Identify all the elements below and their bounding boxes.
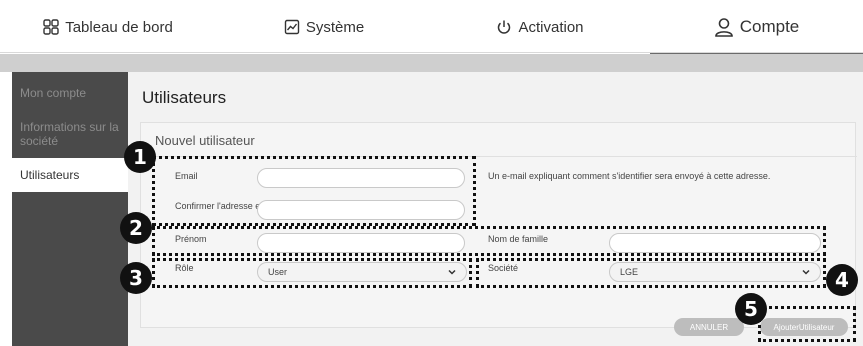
sidebar-item-label: Informations sur la société <box>20 120 119 148</box>
header-band <box>0 54 863 72</box>
tab-activation[interactable]: Activation <box>432 0 648 54</box>
highlight-name-group <box>152 226 826 256</box>
page-title: Utilisateurs <box>142 88 227 107</box>
sidebar-item-label: Mon compte <box>20 86 87 100</box>
tab-label: Tableau de bord <box>65 18 173 36</box>
callout-badge-2: 2 <box>120 212 152 244</box>
power-icon <box>496 19 512 35</box>
tab-label: Activation <box>518 18 584 36</box>
top-tab-bar: Tableau de bord Système Activation Compt… <box>0 0 863 54</box>
sidebar: Mon compte Informations sur la société U… <box>12 72 128 346</box>
sidebar-item-label: Utilisateurs <box>20 168 80 182</box>
tab-divider <box>0 52 863 53</box>
highlight-email-group <box>152 156 476 226</box>
tab-systeme[interactable]: Système <box>216 0 432 54</box>
card-header: Nouvel utilisateur <box>141 123 857 157</box>
sidebar-item-mon-compte[interactable]: Mon compte <box>12 86 128 100</box>
cancel-button[interactable]: ANNULER <box>674 318 744 336</box>
callout-badge-5: 5 <box>735 293 767 325</box>
email-note: Un e-mail expliquant comment s'identifie… <box>488 171 771 181</box>
callout-badge-3: 3 <box>120 262 152 294</box>
callout-badge-1: 1 <box>124 141 156 173</box>
highlight-add-user-button <box>758 306 856 342</box>
dashboard-grid-icon <box>43 19 59 35</box>
callout-badge-4: 4 <box>826 264 858 296</box>
highlight-company-group <box>476 258 826 288</box>
tab-compte[interactable]: Compte <box>650 0 863 54</box>
highlight-role-group <box>152 258 472 288</box>
sidebar-item-utilisateurs[interactable]: Utilisateurs <box>12 158 128 192</box>
card-title: Nouvel utilisateur <box>155 133 255 148</box>
tab-label: Compte <box>739 17 800 36</box>
chart-icon <box>284 19 300 35</box>
tab-tableau-de-bord[interactable]: Tableau de bord <box>0 0 216 54</box>
user-icon <box>714 17 734 37</box>
tab-label: Système <box>305 18 365 36</box>
sidebar-item-informations-societe[interactable]: Informations sur la société <box>12 120 124 148</box>
